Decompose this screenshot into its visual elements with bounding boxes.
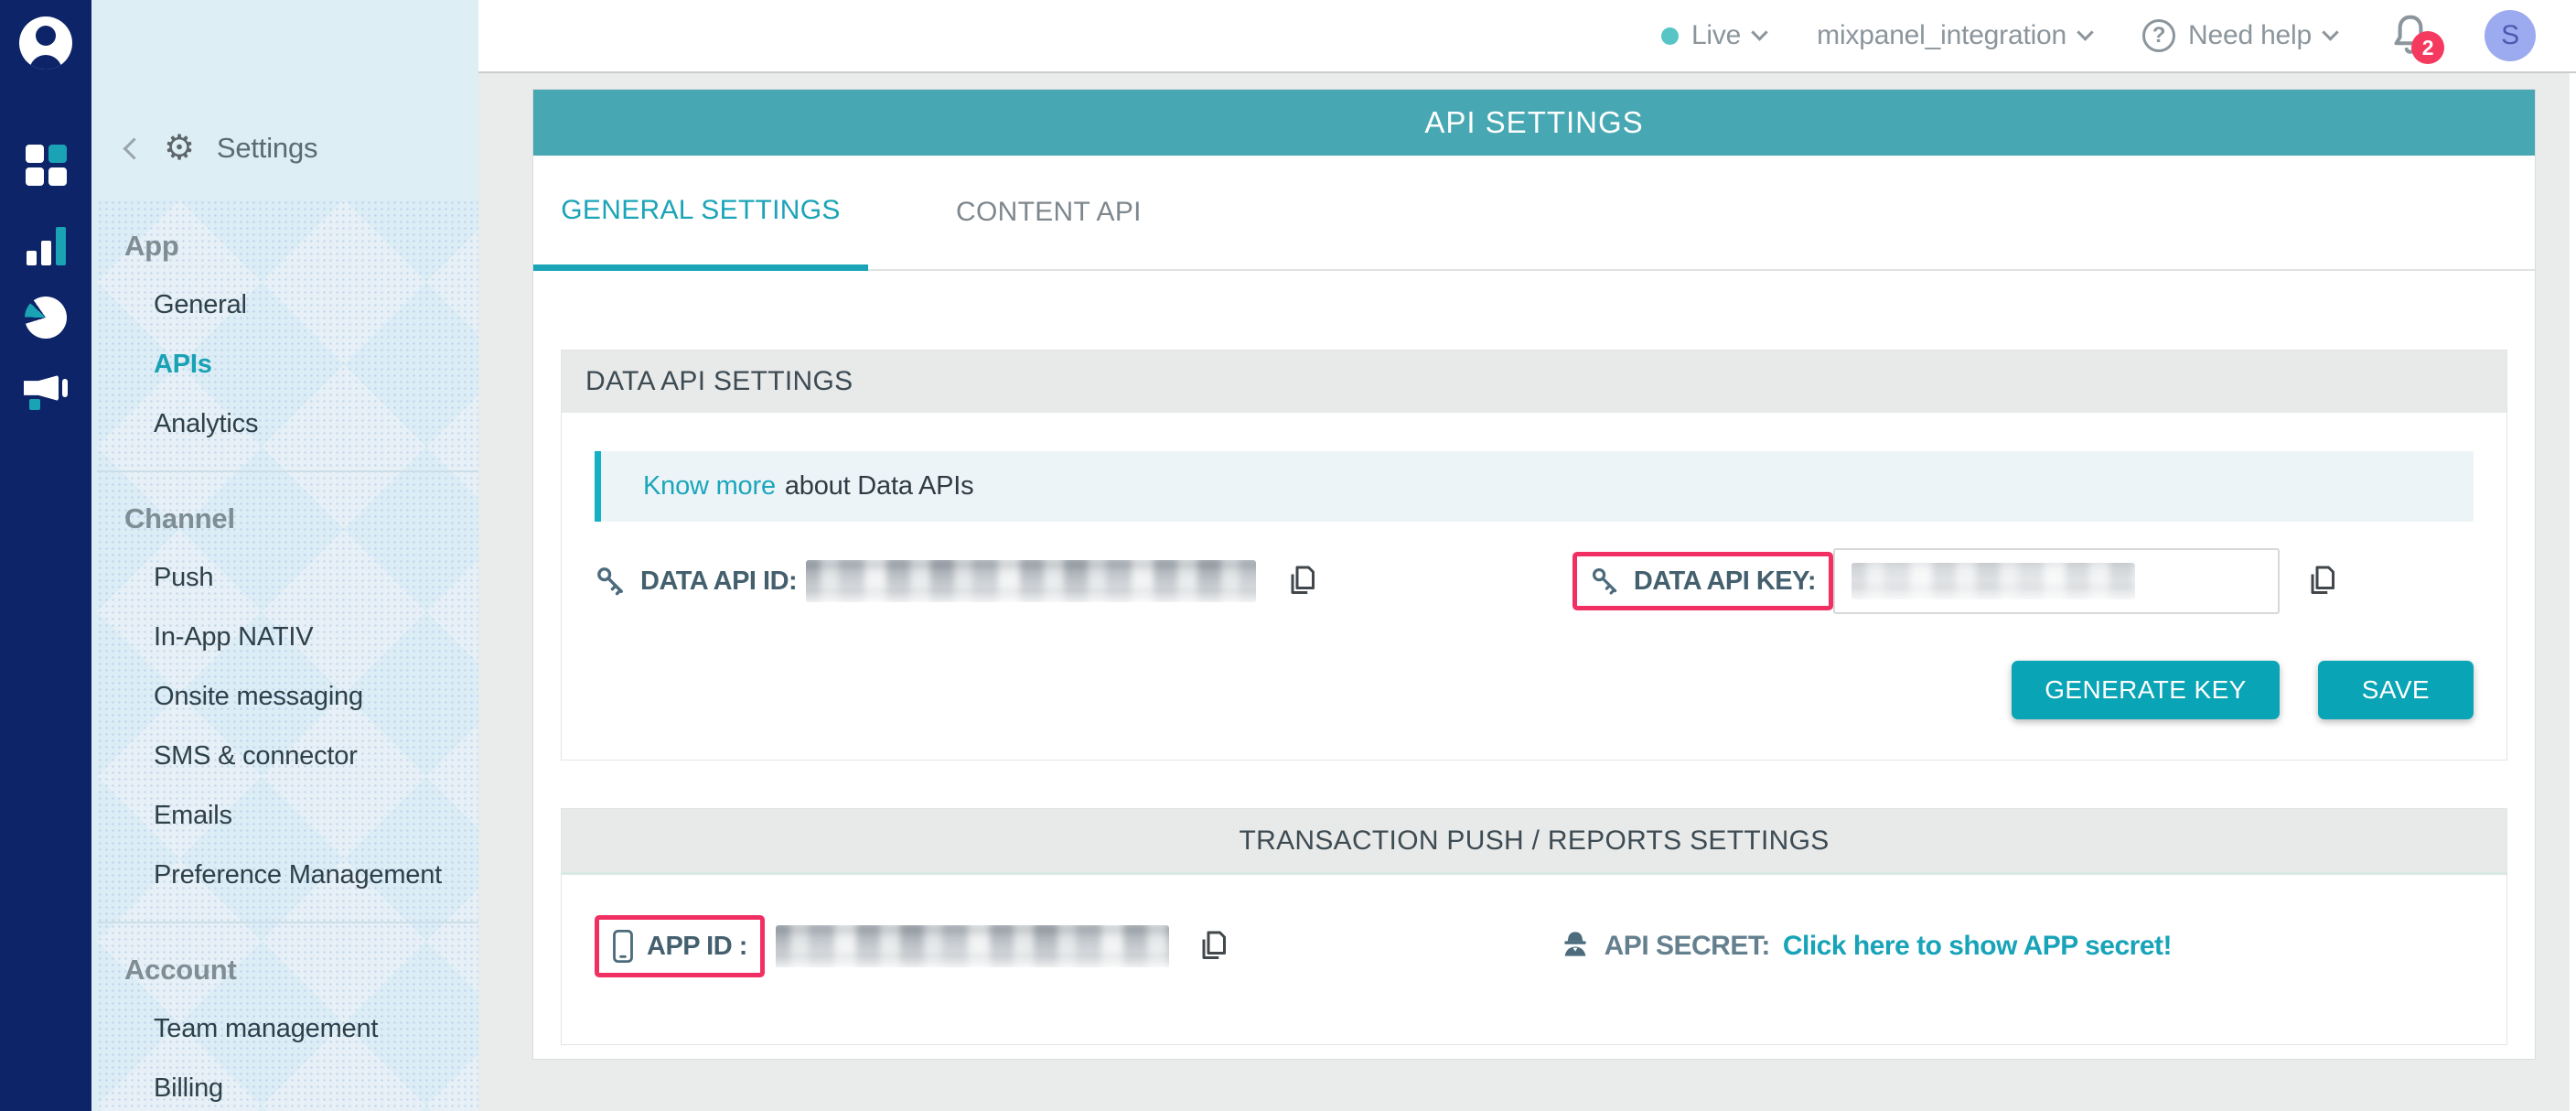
api-secret-group: API SECRET: Click here to show APP secre… [1559,929,2172,964]
api-secret-label: API SECRET: [1605,931,1770,962]
chevron-down-icon [2077,24,2093,40]
chevron-down-icon [2322,24,2338,40]
data-api-id-label: DATA API ID: [640,566,797,597]
spy-icon [1559,929,1592,964]
help-label: Need help [2188,20,2312,51]
know-more-text: about Data APIs [785,471,974,502]
app-id-annotation-box: APP ID : [595,915,765,977]
back-chevron-icon[interactable] [123,137,145,159]
page-title-banner: API SETTINGS [533,90,2535,156]
live-status-dot [1661,27,1679,45]
settings-sidebar: ⚙ Settings App General APIs Analytics Ch… [91,0,478,1111]
pie-chart-icon[interactable] [0,297,91,339]
buttons-row: GENERATE KEY SAVE [595,661,2474,760]
sidebar-item-billing[interactable]: Billing [97,1059,478,1111]
app-id-label: APP ID : [647,932,747,962]
sidebar-item-inapp-nativ[interactable]: In-App NATIV [97,608,478,667]
help-menu[interactable]: ? Need help [2142,19,2336,52]
apps-grid-icon[interactable] [0,145,91,186]
sidebar-item-analytics[interactable]: Analytics [97,394,478,454]
copy-icon[interactable] [2303,563,2340,599]
app-rail [0,0,91,1111]
transaction-fields-row: APP ID : API SECRET: [595,912,2474,980]
tab-bar: GENERAL SETTINGS CONTENT API [533,156,2535,271]
user-avatar[interactable]: S [2485,10,2536,61]
sidebar-item-onsite-messaging[interactable]: Onsite messaging [97,667,478,727]
tab-content-api[interactable]: CONTENT API [947,156,1151,269]
project-selector[interactable]: mixpanel_integration [1817,20,2091,51]
key-icon [595,565,628,598]
section-label-app: App [97,216,478,275]
transaction-section-header: TRANSACTION PUSH / REPORTS SETTINGS [562,809,2506,875]
analytics-bars-icon[interactable] [0,227,91,265]
sidebar-item-apis[interactable]: APIs [97,335,478,394]
question-circle-icon: ? [2142,19,2175,52]
notifications-button[interactable]: 2 [2388,11,2433,60]
sidebar-item-sms-connector[interactable]: SMS & connector [97,727,478,786]
sidebar-item-general[interactable]: General [97,275,478,335]
data-api-key-input[interactable] [1833,548,2280,614]
data-api-key-redacted-value [1852,563,2135,599]
sidebar-title: Settings [217,132,317,165]
notification-count-badge: 2 [2411,31,2444,64]
data-api-key-label: DATA API KEY: [1634,566,1816,597]
project-name: mixpanel_integration [1817,20,2066,51]
key-icon [1590,566,1621,597]
copy-icon[interactable] [1283,563,1320,599]
sidebar-nav: App General APIs Analytics Channel Push … [97,200,478,1111]
copy-icon[interactable] [1195,928,1231,965]
sidebar-divider [97,922,478,923]
sidebar-divider [97,470,478,472]
brand-avatar-logo[interactable] [19,16,72,70]
generate-key-button[interactable]: GENERATE KEY [2012,661,2280,719]
data-api-key-annotation-box: DATA API KEY: [1572,552,1833,610]
scrollbar-track[interactable] [2570,73,2576,1111]
section-label-account: Account [97,940,478,999]
megaphone-icon[interactable] [0,372,91,412]
sidebar-item-emails[interactable]: Emails [97,786,478,846]
api-settings-card: API SETTINGS GENERAL SETTINGS CONTENT AP… [532,89,2536,1060]
environment-label: Live [1691,20,1741,51]
gear-icon: ⚙ [164,131,195,166]
sidebar-item-team-management[interactable]: Team management [97,999,478,1059]
know-more-link[interactable]: Know more [643,471,776,502]
phone-icon [612,929,634,964]
data-api-settings-section: DATA API SETTINGS Know more about Data A… [561,350,2507,760]
sidebar-item-preference-management[interactable]: Preference Management [97,846,478,905]
sidebar-item-push[interactable]: Push [97,548,478,608]
main-content: API SETTINGS GENERAL SETTINGS CONTENT AP… [478,73,2576,1111]
transaction-settings-section: TRANSACTION PUSH / REPORTS SETTINGS APP … [561,808,2507,1045]
section-label-channel: Channel [97,489,478,548]
data-api-fields-row: DATA API ID: DATA API KEY: [595,547,2474,615]
show-app-secret-link[interactable]: Click here to show APP secret! [1783,931,2172,962]
know-more-banner: Know more about Data APIs [595,451,2474,522]
data-api-id-redacted-value [806,560,1256,602]
save-button[interactable]: SAVE [2318,661,2474,719]
tab-general-settings[interactable]: GENERAL SETTINGS [533,156,868,271]
chevron-down-icon [1751,24,1767,40]
app-id-redacted-value [776,925,1169,967]
data-api-section-header: DATA API SETTINGS [562,351,2506,413]
top-header-bar: Live mixpanel_integration ? Need help 2 … [478,0,2576,73]
environment-selector[interactable]: Live [1661,20,1766,51]
